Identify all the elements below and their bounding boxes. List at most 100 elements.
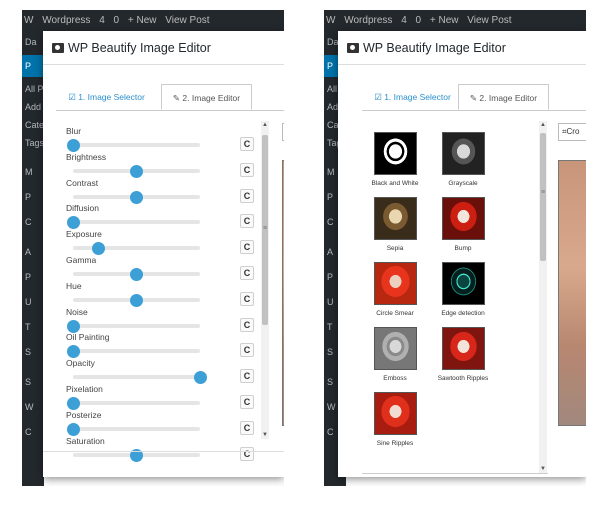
tab-image-editor[interactable]: ✎ 2. Image Editor [161,84,252,110]
tab-image-selector[interactable]: ☑ 1. Image Selector [362,84,463,110]
filter-option[interactable]: Sepia [363,197,427,252]
scroll-up-arrow-icon[interactable]: ▲ [539,121,547,129]
admin-bar-comments[interactable]: 0 [416,15,422,26]
slider-label: Posterize [66,409,102,420]
edge-detection-mask-thumbnail[interactable] [441,262,485,305]
admin-bar-updates[interactable]: 4 [99,15,105,26]
admin-bar-new[interactable]: + New [128,15,157,26]
filters-screenshot: W Wordpress 4 0 + New View Post Da P All… [324,10,586,486]
slider-track[interactable] [73,375,200,380]
sine-ripples-mask-thumbnail[interactable] [373,392,417,435]
slider-handle[interactable] [130,164,143,178]
filter-option[interactable]: Edge detection [431,262,495,317]
slider-track[interactable] [73,426,200,431]
slider-handle[interactable] [91,242,105,256]
filter-option[interactable]: Circle Smear [363,262,427,317]
wp-logo-icon[interactable]: W [326,15,335,26]
admin-bar-site-name[interactable]: Wordpress [344,15,392,26]
admin-bar-site-name[interactable]: Wordpress [42,15,90,26]
admin-bar-view-post[interactable]: View Post [165,15,209,26]
slider-handle[interactable] [66,397,80,410]
admin-menu-item[interactable]: M [22,161,44,183]
reset-icon[interactable]: C [240,446,254,461]
admin-submenu-item[interactable]: Tags [22,135,44,151]
admin-menu-item-posts[interactable]: P [22,55,44,77]
grayscale-mask-thumbnail[interactable] [441,132,485,175]
edit-icon: ✎ [172,93,181,103]
reset-icon[interactable]: C [240,240,254,255]
admin-menu-item[interactable]: C [22,211,44,233]
reset-icon[interactable]: C [240,162,254,177]
admin-menu-item[interactable]: P [22,266,44,288]
admin-menu-item[interactable]: S [22,341,44,363]
admin-bar-comments[interactable]: 0 [114,15,120,26]
crop-button[interactable]: ⌗Cro [558,123,586,141]
circle-smear-mask-thumbnail[interactable] [373,262,417,305]
slider-track[interactable] [73,323,200,328]
admin-menu-item[interactable]: P [22,186,44,208]
panel-scrollbar[interactable]: ▲ ≡ ▼ [261,121,269,439]
slider-handle[interactable] [66,216,80,230]
admin-menu-item[interactable]: T [22,316,44,338]
admin-menu-item[interactable]: W [22,396,44,418]
scrollbar-thumb[interactable] [540,133,546,261]
sepia-mask-thumbnail[interactable] [373,197,417,240]
scroll-grip-icon: ≡ [262,225,268,232]
slider-track[interactable] [73,220,200,225]
tab-image-editor[interactable]: ✎ 2. Image Editor [458,84,549,110]
admin-menu-item[interactable]: A [22,241,44,263]
reset-icon[interactable]: C [240,188,254,203]
admin-bar-new[interactable]: + New [430,15,459,26]
reset-icon[interactable]: C [240,395,254,409]
gallery-scrollbar[interactable]: ▲ ≡ ▼ [539,121,547,473]
emboss-mask-thumbnail[interactable] [373,327,417,370]
bw-mask-thumbnail[interactable] [373,132,417,175]
filter-option[interactable]: Black and White [363,132,427,187]
slider-handle[interactable] [130,293,143,307]
reset-icon[interactable]: C [240,343,254,358]
admin-submenu-item[interactable]: Categ [22,117,44,133]
scroll-up-arrow-icon[interactable]: ▲ [261,121,269,129]
reset-icon[interactable]: C [240,317,254,332]
filter-name: Black and White [371,180,419,187]
scroll-down-arrow-icon[interactable]: ▼ [261,431,269,439]
crop-button[interactable]: ⌗Cr [282,123,284,141]
slider-handle[interactable] [66,139,80,152]
slider-handle[interactable] [193,371,207,385]
slider-track[interactable] [73,349,200,354]
reset-icon[interactable]: C [240,291,254,306]
wp-logo-icon[interactable]: W [24,15,33,26]
reset-icon[interactable]: C [240,369,254,384]
reset-icon[interactable]: C [240,266,254,280]
admin-menu-item[interactable]: C [22,421,44,443]
slider-handle[interactable] [66,345,80,359]
tab-image-selector[interactable]: ☑ 1. Image Selector [56,84,157,110]
admin-submenu-item[interactable]: All P [22,81,44,97]
scroll-down-arrow-icon[interactable]: ▼ [539,465,547,473]
filter-option[interactable]: Sine Ripples [363,392,427,447]
image-preview [558,160,586,426]
slider-track[interactable] [73,401,200,405]
admin-menu-item[interactable]: S [22,371,44,393]
filter-option[interactable]: Bump [431,197,495,252]
bump-mask-thumbnail[interactable] [441,197,485,240]
reset-icon[interactable]: C [240,214,254,229]
sawtooth-ripples-mask-thumbnail[interactable] [441,327,485,370]
reset-icon[interactable]: C [240,420,254,435]
admin-bar-updates[interactable]: 4 [401,15,407,26]
slider-handle[interactable] [66,319,80,333]
slider-handle[interactable] [66,422,80,436]
filter-option[interactable]: Sawtooth Ripples [431,327,495,382]
admin-bar-view-post[interactable]: View Post [467,15,511,26]
admin-menu-item[interactable]: Da [22,31,44,53]
admin-menu-item[interactable]: U [22,291,44,313]
slider-label: Blur [66,126,82,136]
reset-icon[interactable]: C [240,137,254,151]
admin-submenu-item[interactable]: Add N [22,99,44,115]
tab-label: 1. Image Selector [384,92,451,102]
filter-option[interactable]: Emboss [363,327,427,382]
filter-option[interactable]: Grayscale [431,132,495,187]
slider-handle[interactable] [130,190,143,204]
slider-handle[interactable] [130,268,143,281]
slider-track[interactable] [73,143,200,147]
